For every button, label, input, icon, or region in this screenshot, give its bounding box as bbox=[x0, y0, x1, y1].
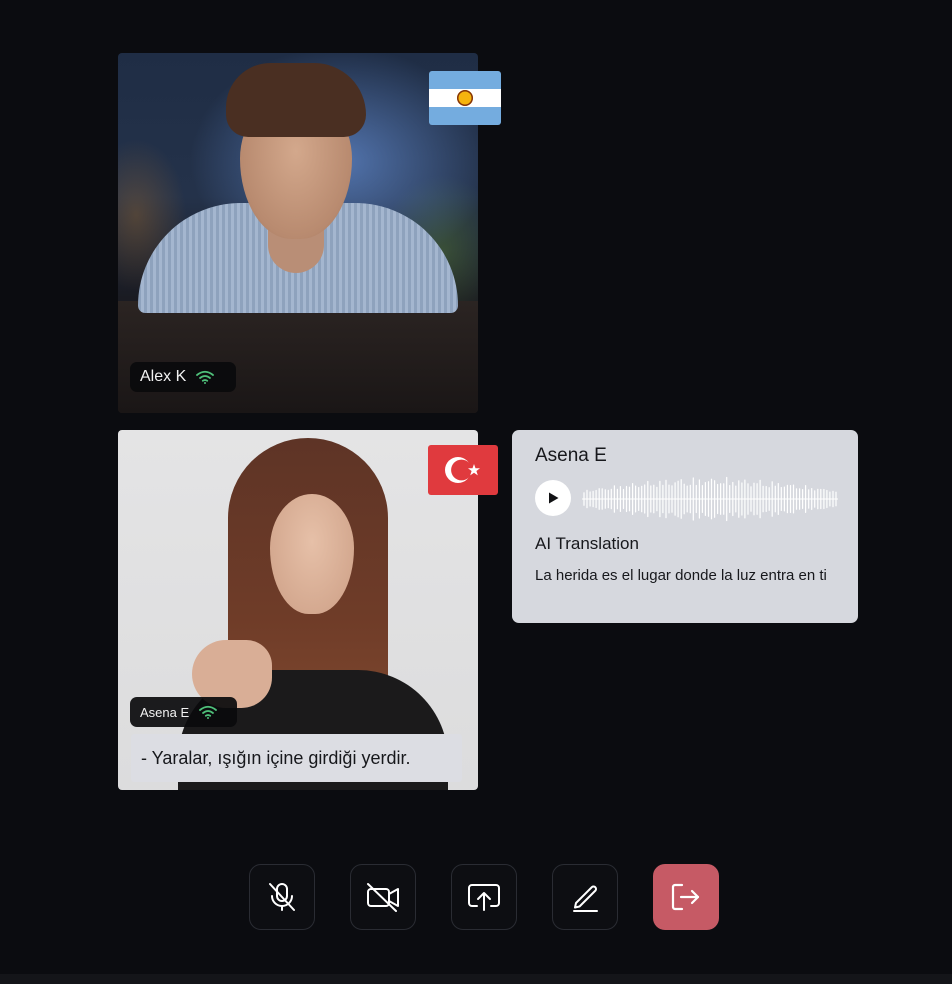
play-icon bbox=[549, 492, 559, 504]
live-caption-text: - Yaralar, ışığın içine girdiği yerdir. bbox=[141, 747, 411, 768]
wifi-icon bbox=[196, 370, 215, 384]
participant-name-asena: Asena E bbox=[140, 704, 190, 720]
face bbox=[270, 494, 354, 614]
mic-off-icon bbox=[269, 883, 295, 911]
bottom-bar bbox=[0, 974, 952, 984]
argentina-flag-icon bbox=[429, 71, 501, 125]
participant-name-alex: Alex K bbox=[140, 368, 187, 385]
screen-share-icon bbox=[468, 884, 500, 911]
wifi-icon bbox=[199, 705, 218, 719]
pen-icon bbox=[573, 885, 598, 912]
participant-video-alex[interactable] bbox=[118, 53, 478, 413]
exit-icon bbox=[671, 883, 700, 911]
share-screen-button[interactable] bbox=[451, 864, 517, 930]
desk-shadow bbox=[118, 301, 478, 413]
live-caption: - Yaralar, ışığın içine girdiği yerdir. bbox=[131, 734, 462, 782]
play-button[interactable] bbox=[535, 480, 571, 516]
hair bbox=[226, 63, 366, 137]
sun-of-may bbox=[457, 90, 473, 106]
leave-call-button[interactable] bbox=[653, 864, 719, 930]
translation-card: Asena E AI Translation La herida es el l… bbox=[512, 430, 858, 623]
audio-waveform[interactable] bbox=[582, 475, 838, 523]
translation-heading: AI Translation bbox=[535, 534, 639, 553]
translation-text: La herida es el lugar donde la luz entra… bbox=[535, 567, 827, 584]
participant-name-badge-alex: Alex K bbox=[130, 362, 236, 392]
camera-off-button[interactable] bbox=[350, 864, 416, 930]
turkey-flag-icon bbox=[428, 445, 498, 495]
participant-name-badge-asena: Asena E bbox=[130, 697, 237, 727]
crescent-star-icon bbox=[445, 457, 480, 483]
draw-button[interactable] bbox=[552, 864, 618, 930]
video-off-icon bbox=[367, 883, 399, 912]
translation-speaker-name: Asena E bbox=[535, 445, 607, 466]
mute-mic-button[interactable] bbox=[249, 864, 315, 930]
